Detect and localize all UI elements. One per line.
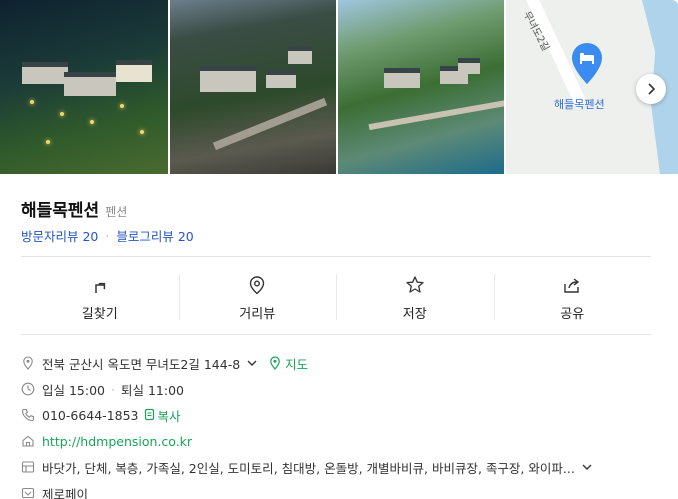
star-icon [406,275,424,293]
location-pin-icon [250,275,265,294]
copy-button[interactable]: 복사 [158,406,181,425]
street-view-button[interactable]: 거리뷰 [178,262,337,334]
website-row: http://hdmpension.co.kr [21,428,661,454]
mini-map[interactable]: 무녀도2길 해들목펜션 [506,0,678,174]
photo-aerial-dusk[interactable] [170,0,338,174]
amenities-text: 바닷가, 단체, 복층, 가족실, 2인실, 도미토리, 침대방, 온돌방, 개… [42,460,575,476]
building-shape [200,66,256,92]
hours-row: 입실 15:00 · 퇴실 11:00 [21,376,661,402]
chevron-down-icon[interactable] [581,461,593,473]
light-dot [30,100,34,104]
website-link[interactable]: http://hdmpension.co.kr [42,434,192,449]
place-header: 해들목펜션 펜션 [21,196,127,221]
amenities-row: 바닷가, 단체, 복층, 가족실, 2인실, 도미토리, 침대방, 온돌방, 개… [21,454,661,480]
photo-aerial-coast[interactable] [338,0,506,174]
map-pin-label: 해들목펜션 [554,98,605,111]
review-links: 방문자리뷰 20 · 블로그리뷰 20 [21,226,194,245]
divider [21,256,651,257]
place-title: 해들목펜션 [21,201,100,221]
action-bar: 길찾기 거리뷰 저장 공유 [21,262,651,334]
place-category: 펜션 [105,205,128,219]
visitor-reviews-link[interactable]: 방문자리뷰 20 [21,226,98,245]
chevron-right-icon [648,83,656,95]
photo-gallery[interactable]: 무녀도2길 해들목펜션 [0,0,678,174]
next-photo-button[interactable] [636,74,666,104]
location-pin-icon [23,356,33,370]
place-info: 전북 군산시 옥도면 무녀도2길 144-8 지도 입실 15:00 · 퇴실 … [21,350,661,499]
light-dot [46,140,50,144]
directions-icon [95,282,105,293]
checkin-text: 입실 15:00 [42,382,105,398]
directions-button[interactable]: 길찾기 [21,262,179,334]
share-icon [564,277,580,293]
blog-reviews-link[interactable]: 블로그리뷰 20 [116,226,193,245]
building-shape [64,72,116,96]
light-dot [60,112,64,116]
divider [21,334,651,335]
clock-icon [21,382,35,396]
building-shape [116,60,152,82]
map-marker-icon [270,356,280,370]
phone-text: 010-6644-1853 [42,407,139,423]
building-shape [288,46,312,64]
map-pin-icon[interactable] [570,42,604,86]
share-label: 공유 [560,306,585,322]
light-dot [140,130,144,134]
copy-icon [144,408,154,421]
building-shape [458,58,480,74]
share-button[interactable]: 공유 [493,262,652,334]
walkway-shape [212,97,328,151]
save-label: 저장 [402,306,427,322]
payment-text: 제로페이 [42,486,89,499]
street-view-label: 거리뷰 [239,306,276,322]
light-dot [90,120,94,124]
building-shape [384,68,420,88]
building-shape [266,70,296,88]
walkway-shape [368,99,504,131]
building-shape [22,62,68,84]
home-icon [22,435,34,447]
address-row: 전북 군산시 옥도면 무녀도2길 144-8 지도 [21,350,661,376]
separator-dot: · [111,381,115,397]
phone-icon [21,408,35,422]
photo-night-pension[interactable] [0,0,170,174]
address-text: 전북 군산시 옥도면 무녀도2길 144-8 [42,356,241,372]
payment-row: 제로페이 [21,480,661,499]
chevron-down-icon[interactable] [246,357,258,369]
save-button[interactable]: 저장 [336,262,494,334]
checkout-text: 퇴실 11:00 [120,382,184,398]
phone-row: 010-6644-1853 복사 [21,402,661,428]
light-dot [120,104,124,108]
directions-label: 길찾기 [81,306,118,322]
payment-icon [21,487,35,499]
separator-dot: · [105,228,110,243]
amenities-icon [21,461,35,473]
map-link[interactable]: 지도 [285,354,308,373]
